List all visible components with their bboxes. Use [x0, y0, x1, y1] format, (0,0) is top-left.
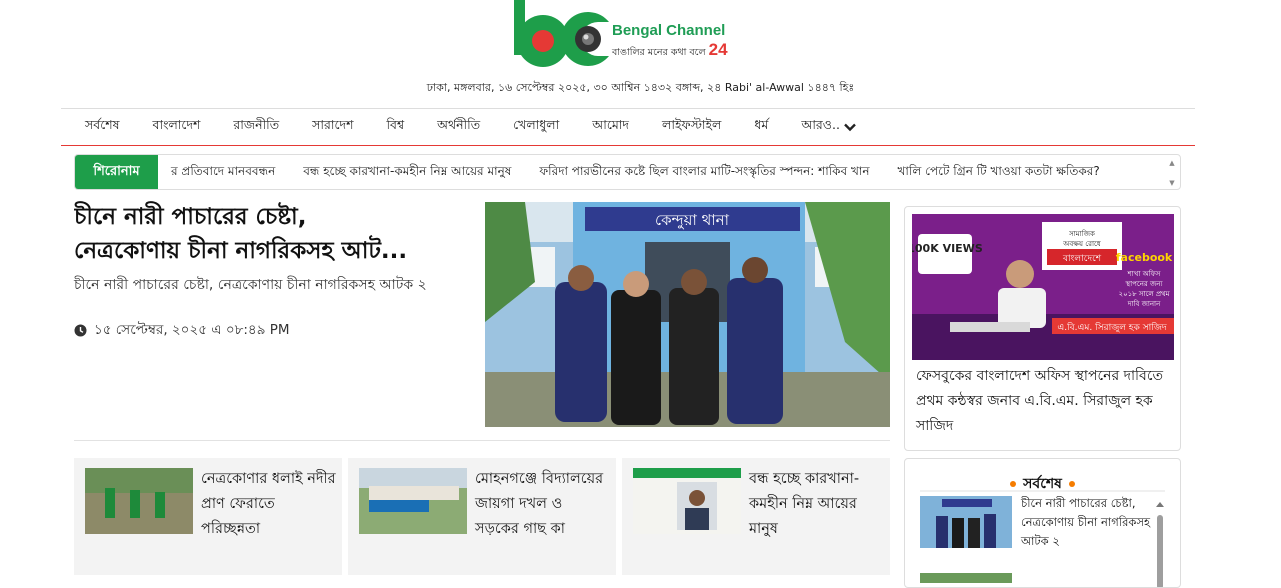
- svg-text:শাখা অফিস: শাখা অফিস: [1127, 270, 1161, 278]
- nav-item-religion[interactable]: ধর্ম: [754, 117, 768, 137]
- lead-title[interactable]: চীনে নারী পাচারের চেষ্টা, নেত্রকোণায় চী…: [74, 200, 474, 268]
- svg-text:২০১৮ সালে প্রথম: ২০১৮ সালে প্রথম: [1119, 290, 1170, 298]
- latest-item-title[interactable]: চীনে নারী পাচারের চেষ্টা, নেত্রকোণায় চী…: [1021, 494, 1151, 551]
- news-card-image: [633, 468, 741, 534]
- nav-item-sports[interactable]: খেলাধুলা: [513, 117, 559, 137]
- svg-text:এ.বি.এম. সিরাজুল হক সাজিদ: এ.বি.এম. সিরাজুল হক সাজিদ: [1057, 322, 1166, 333]
- lead-image[interactable]: কেন্দুয়া থানা: [485, 202, 890, 427]
- nav-item-world[interactable]: বিশ্ব: [386, 117, 404, 137]
- nav-item-politics[interactable]: রাজনীতি: [233, 117, 279, 137]
- site-header: Bengal Channel বাঙালির মনের কথা বলে 24 ঢ…: [0, 0, 1281, 108]
- news-card-image: [85, 468, 193, 534]
- latest-heading-rule: [920, 490, 1165, 492]
- feature-image: সামাজিক অবক্ষয় রোধে বাংলাদেশে 100K VIEW…: [912, 214, 1174, 360]
- ticker-item[interactable]: খালি পেটে গ্রিন টি খাওয়া কতটা ক্ষতিকর?: [898, 163, 1100, 183]
- nav-more-label: আরও..: [801, 117, 840, 132]
- section-divider: [74, 440, 890, 441]
- dateline: ঢাকা, মঙ্গলবার, ১৬ সেপ্টেম্বর ২০২৫, ৩০ আ…: [426, 81, 855, 94]
- svg-text:সামাজিক: সামাজিক: [1068, 230, 1095, 238]
- svg-text:facebook: facebook: [1116, 251, 1173, 264]
- police-station-photo: কেন্দুয়া থানা: [485, 202, 890, 427]
- ticker-scrollbar[interactable]: ▲ ▼: [1166, 159, 1178, 187]
- site-logo[interactable]: Bengal Channel বাঙালির মনের কথা বলে 24: [514, 0, 744, 70]
- scroll-up-icon[interactable]: ▲: [1169, 159, 1174, 167]
- news-card-title: নেত্রকোণার ধলাই নদীর প্রাণ ফেরাতে পরিচ্ছ…: [201, 471, 336, 537]
- news-card[interactable]: বন্ধ হচ্ছে কারখানা-কমহীন নিম্ন আয়ের মান…: [622, 458, 890, 575]
- ticker-item[interactable]: র প্রতিবাদে মানববন্ধন: [171, 163, 275, 183]
- nav-item-entertainment[interactable]: আমোদ: [592, 117, 629, 137]
- nav-item-lifestyle[interactable]: লাইফস্টাইল: [662, 117, 721, 137]
- lead-subtitle: চীনে নারী পাচারের চেষ্টা, নেত্রকোণায় চী…: [74, 277, 427, 293]
- main-nav: সর্বশেষ বাংলাদেশ রাজনীতি সারাদেশ বিশ্ব অ…: [61, 108, 1195, 146]
- news-card[interactable]: নেত্রকোণার ধলাই নদীর প্রাণ ফেরাতে পরিচ্ছ…: [74, 458, 342, 575]
- logo-tagline: বাঙালির মনের কথা বলে 24: [612, 40, 728, 59]
- scroll-down-icon[interactable]: ▼: [1169, 179, 1174, 187]
- clock-icon: [74, 324, 87, 337]
- news-card[interactable]: মোহনগঞ্জে বিদ্যালয়ের জায়গা দখল ও সড়কে…: [348, 458, 616, 575]
- svg-text:অবক্ষয় রোধে: অবক্ষয় রোধে: [1062, 240, 1102, 248]
- chevron-down-icon: [844, 123, 856, 131]
- ticker-item[interactable]: ফরিদা পারভীনের কষ্টে ছিল বাংলার মাটি-সংস…: [539, 163, 869, 183]
- ticker-item[interactable]: বন্ধ হচ্ছে কারখানা-কমহীন নিম্ন আয়ের মান…: [303, 163, 511, 183]
- headline-ticker: শিরোনাম র প্রতিবাদে মানববন্ধন বন্ধ হচ্ছে…: [74, 154, 1181, 190]
- nav-item-bangladesh[interactable]: বাংলাদেশ: [153, 117, 201, 137]
- news-card-image: [359, 468, 467, 534]
- news-card-title: মোহনগঞ্জে বিদ্যালয়ের জায়গা দখল ও সড়কে…: [475, 471, 604, 537]
- svg-text:দাবি জানান: দাবি জানান: [1127, 300, 1161, 308]
- station-sign: কেন্দুয়া থানা: [655, 211, 730, 229]
- nav-item-country[interactable]: সারাদেশ: [312, 117, 353, 137]
- logo-name: Bengal Channel: [612, 22, 726, 39]
- logo-mark: [514, 0, 609, 67]
- ticker-label: শিরোনাম: [75, 155, 158, 189]
- nav-item-latest[interactable]: সর্বশেষ: [85, 117, 120, 137]
- news-card-title: বন্ধ হচ্ছে কারখানা-কমহীন নিম্ন আয়ের মান…: [749, 471, 860, 537]
- feature-card[interactable]: সামাজিক অবক্ষয় রোধে বাংলাদেশে 100K VIEW…: [904, 206, 1181, 451]
- latest-news-widget: সর্বশেষ চীনে নারী পাচারের চেষ্টা, নেত্রক…: [904, 458, 1181, 588]
- svg-text:100K VIEWS: 100K VIEWS: [912, 242, 983, 255]
- ticker-track: র প্রতিবাদে মানববন্ধন বন্ধ হচ্ছে কারখানা…: [171, 155, 1128, 189]
- svg-text:স্থাপনের জন্য: স্থাপনের জন্য: [1125, 280, 1164, 288]
- logo-tagline-number: 24: [708, 40, 728, 59]
- latest-item-image[interactable]: [920, 496, 1012, 548]
- latest-heading: সর্বশেষ: [905, 472, 1180, 496]
- feature-title: ফেসবুকের বাংলাদেশ অফিস স্থাপনের দাবিতে প…: [916, 368, 1163, 434]
- nav-more-button[interactable]: আরও..: [801, 117, 856, 137]
- lead-timestamp: ১৫ সেপ্টেম্বর, ২০২৫ এ ০৮:৪৯ PM: [74, 319, 290, 342]
- svg-text:বাংলাদেশে: বাংলাদেশে: [1062, 254, 1102, 264]
- nav-item-economy[interactable]: অর্থনীতি: [437, 117, 480, 137]
